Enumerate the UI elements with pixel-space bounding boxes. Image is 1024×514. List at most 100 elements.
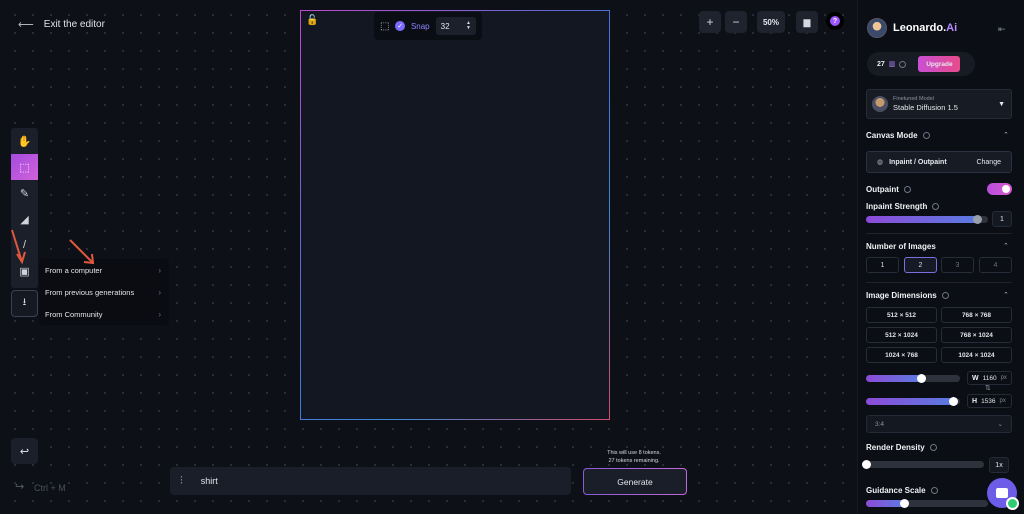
image-count-option[interactable]: 1: [866, 257, 899, 273]
chat-support-button[interactable]: [987, 478, 1019, 510]
number-of-images-title: Number of Images: [866, 242, 936, 251]
dimension-option[interactable]: 512 × 1024: [866, 327, 937, 343]
undo-icon: ↩: [19, 445, 30, 458]
snap-size-value: 32: [440, 21, 450, 31]
redo-icon: ↪: [15, 481, 25, 493]
render-density-value[interactable]: 1x: [989, 457, 1009, 473]
slider-handle[interactable]: [949, 397, 958, 406]
canvas-mode-title: Canvas Mode: [866, 131, 918, 140]
inpaint-strength-slider[interactable]: [866, 215, 988, 224]
canvas-mode-selector[interactable]: ◍ Inpaint / Outpaint Change: [866, 151, 1012, 173]
lock-icon[interactable]: 🔓: [306, 15, 318, 26]
canvas-frame[interactable]: [300, 10, 610, 420]
zoom-level[interactable]: 50%: [757, 11, 785, 33]
menu-item-from-community[interactable]: From Community ›: [39, 303, 169, 325]
dimension-option[interactable]: 1024 × 768: [866, 347, 937, 363]
inpaint-strength-row: Inpaint Strength: [866, 202, 940, 211]
canvas-settings-button[interactable]: ▆: [796, 11, 818, 33]
chevron-right-icon: ›: [158, 265, 161, 275]
width-slider[interactable]: [866, 374, 960, 383]
width-field[interactable]: W 1160 px: [967, 371, 1012, 385]
sliders-icon[interactable]: ⫶: [180, 475, 183, 488]
brand-name: Leonardo.Ai: [893, 22, 957, 34]
width-label: W: [972, 374, 979, 382]
slider-handle[interactable]: [900, 499, 909, 508]
zoom-in-button[interactable]: +: [699, 11, 721, 33]
avatar[interactable]: [867, 18, 887, 38]
height-value: 1536: [981, 397, 996, 405]
divider: [866, 282, 1012, 283]
annotation-arrows: [11, 229, 95, 265]
model-avatar: [872, 96, 888, 112]
inpaint-strength-value[interactable]: 1: [992, 211, 1012, 227]
help-button[interactable]: ?: [826, 12, 844, 30]
upgrade-button[interactable]: Upgrade: [918, 56, 961, 72]
dropdown-caret-icon: ▼: [998, 100, 1005, 108]
slider-handle[interactable]: [973, 215, 982, 224]
snap-size-input[interactable]: 32 ▲ ▼: [435, 17, 476, 35]
height-unit: px: [999, 398, 1006, 404]
snap-toggle-icon[interactable]: ✓: [395, 21, 405, 31]
generate-button[interactable]: Generate: [583, 468, 687, 495]
chat-icon: [996, 488, 1008, 498]
brand: Leonardo.Ai: [867, 18, 957, 38]
info-icon[interactable]: [922, 132, 930, 139]
width-value: 1160: [982, 374, 997, 382]
info-icon[interactable]: [941, 292, 949, 299]
help-icon: ?: [830, 16, 840, 26]
controller-icon: ▆: [803, 16, 811, 27]
model-caption: Finetuned Model: [893, 96, 934, 102]
slider-handle[interactable]: [917, 374, 926, 383]
info-icon[interactable]: [930, 487, 938, 494]
image-count-option[interactable]: 3: [941, 257, 974, 273]
snap-label: Snap: [410, 21, 430, 31]
number-of-images-header[interactable]: Number of Images: [866, 242, 936, 251]
change-mode-button[interactable]: Change: [976, 159, 1001, 166]
prompt-input[interactable]: ⫶ shirt: [170, 467, 571, 495]
slider-handle[interactable]: [862, 460, 871, 469]
token-cost-line2: 27 tokens remaining.: [608, 458, 660, 464]
inpaint-strength-label: Inpaint Strength: [866, 202, 928, 211]
token-cost-line1: This will use 8 tokens.: [607, 450, 661, 456]
token-cost-info: This will use 8 tokens. 27 tokens remain…: [584, 449, 684, 465]
info-icon[interactable]: [932, 203, 940, 210]
dimension-option[interactable]: 768 × 768: [941, 307, 1012, 323]
collapse-caret-icon[interactable]: ⌃: [1003, 291, 1009, 299]
image-count-option[interactable]: 4: [979, 257, 1012, 273]
collapse-sidebar-icon[interactable]: ⇤: [998, 24, 1006, 35]
undo-button[interactable]: ↩: [11, 438, 38, 464]
info-icon[interactable]: [899, 60, 907, 68]
image-dimensions-header[interactable]: Image Dimensions: [866, 291, 949, 300]
snap-toolbar: ⬚ ✓ Snap 32 ▲ ▼: [374, 12, 482, 40]
height-slider[interactable]: [866, 397, 960, 406]
model-select[interactable]: Finetuned Model Stable Diffusion 1.5 ▼: [866, 89, 1012, 119]
height-field[interactable]: H 1536 px: [967, 394, 1012, 408]
palette-icon: ◍: [877, 159, 884, 166]
token-balance: 27 ▥ Upgrade: [867, 52, 975, 76]
collapse-caret-icon[interactable]: ⌃: [1003, 242, 1009, 250]
select-tool-icon[interactable]: ⬚: [380, 21, 389, 32]
aspect-ratio-select[interactable]: 3:4 ⌄: [866, 415, 1012, 433]
outpaint-label: Outpaint: [866, 185, 899, 194]
image-count-option-selected[interactable]: 2: [904, 257, 937, 273]
render-density-slider[interactable]: [862, 460, 984, 469]
stepper-icon[interactable]: ▲ ▼: [466, 21, 471, 31]
redo-button[interactable]: ↪: [15, 480, 24, 493]
zoom-out-button[interactable]: −: [725, 11, 747, 33]
shortcut-hint: Ctrl + M: [34, 483, 66, 493]
info-icon[interactable]: [903, 186, 911, 193]
dimension-option[interactable]: 512 × 512: [866, 307, 937, 323]
guidance-scale-slider[interactable]: [866, 499, 988, 508]
aspect-ratio-value: 3:4: [875, 420, 885, 428]
canvas-mode-value: Inpaint / Outpaint: [889, 158, 947, 166]
guidance-scale-header: Guidance Scale: [866, 486, 938, 495]
collapse-caret-icon[interactable]: ⌃: [1003, 131, 1009, 139]
canvas-mode-header[interactable]: Canvas Mode: [866, 131, 930, 140]
swap-dimensions-icon[interactable]: ⇅: [985, 384, 991, 392]
dimension-option[interactable]: 768 × 1024: [941, 327, 1012, 343]
dimension-option[interactable]: 1024 × 1024: [941, 347, 1012, 363]
token-count: 27: [877, 60, 885, 68]
outpaint-toggle[interactable]: [987, 183, 1012, 195]
info-icon[interactable]: [929, 444, 937, 451]
guidance-scale-title: Guidance Scale: [866, 486, 926, 495]
